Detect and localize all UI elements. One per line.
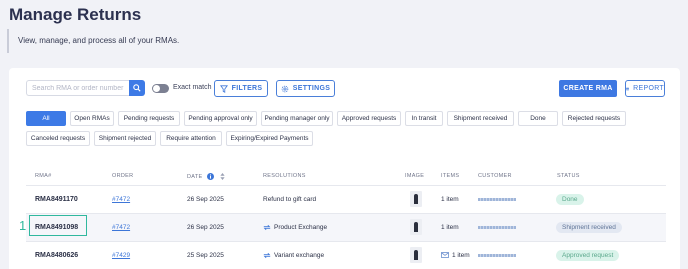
- exchange-icon: [263, 252, 271, 259]
- report-button[interactable]: REPORT: [625, 80, 665, 97]
- order-link[interactable]: #7472: [112, 224, 130, 231]
- exact-match-label: Exact match: [173, 84, 212, 91]
- highlight-box: [29, 215, 87, 236]
- resolution-text: Product Exchange: [274, 224, 328, 232]
- resolution: Product Exchange: [263, 224, 327, 231]
- exchange-icon: [263, 224, 271, 231]
- column-header-items: ITEMS: [441, 173, 460, 179]
- gear-icon: [281, 85, 289, 92]
- search-icon: [133, 84, 141, 92]
- return-date: 25 Sep 2025: [187, 252, 224, 259]
- product-image: [410, 219, 422, 235]
- rma-number[interactable]: RMA8491170: [35, 196, 78, 203]
- filter-chip-require-attention[interactable]: Require attention: [160, 131, 222, 146]
- item-count-text: 1 item: [452, 252, 470, 259]
- status-badge: Done: [556, 194, 584, 205]
- report-icon: [626, 87, 629, 90]
- mail-icon: [441, 252, 449, 259]
- filter-chip-canceled[interactable]: Canceled requests: [26, 131, 90, 146]
- filter-chip-pending-approval[interactable]: Pending approval only: [184, 111, 257, 126]
- product-image: [410, 191, 422, 207]
- column-header-resolutions[interactable]: RESOLUTIONS: [263, 173, 306, 179]
- customer-redacted: [478, 226, 516, 229]
- page-subtitle: View, manage, and process all of your RM…: [7, 29, 688, 53]
- search-input[interactable]: [26, 80, 130, 96]
- exact-match-toggle[interactable]: [152, 84, 169, 93]
- status-badge: Shipment received: [556, 222, 622, 233]
- table-row[interactable]: RMA8491170 #7472 26 Sep 2025 Refund to g…: [26, 186, 666, 214]
- page-title: Manage Returns: [9, 5, 142, 24]
- item-count: 1 item: [441, 196, 459, 203]
- filter-chip-shipment-rejected[interactable]: Shipment rejected: [94, 131, 156, 146]
- column-header-image: IMAGE: [405, 173, 425, 179]
- status-badge: Approved request: [556, 250, 620, 261]
- filter-chip-expiring-payments[interactable]: Expiring/Expired Payments: [226, 131, 313, 146]
- filter-chip-in-transit[interactable]: In transit: [405, 111, 443, 126]
- resolution-text: Refund to gift card: [263, 196, 317, 203]
- column-header-status[interactable]: STATUS: [557, 173, 580, 179]
- filter-chip-approved[interactable]: Approved requests: [337, 111, 401, 126]
- item-count: 1 item: [441, 224, 459, 231]
- filter-chip-done[interactable]: Done: [518, 111, 558, 126]
- order-link[interactable]: #7429: [112, 252, 130, 259]
- filters-button[interactable]: FILTERS: [214, 80, 268, 97]
- info-icon: [207, 173, 215, 180]
- table-header: RMA# ORDER DATE RESOLUTIONS IMAGE ITEMS …: [26, 167, 666, 186]
- item-count: 1 item: [441, 252, 470, 259]
- return-date: 26 Sep 2025: [187, 224, 224, 231]
- filter-chip-pending-requests[interactable]: Pending requests: [118, 111, 180, 126]
- return-date: 26 Sep 2025: [187, 196, 224, 203]
- rma-number[interactable]: RMA8480626: [35, 252, 78, 259]
- settings-label: SETTINGS: [292, 85, 331, 92]
- filter-chip-open[interactable]: Open RMAs: [70, 111, 114, 126]
- customer-redacted: [478, 198, 516, 201]
- column-header-order[interactable]: ORDER: [112, 173, 133, 179]
- filters-label: FILTERS: [231, 85, 263, 92]
- filter-chip-pending-manager[interactable]: Pending manager only: [261, 111, 333, 126]
- resolution-text: Variant exchange: [274, 252, 325, 260]
- search-button[interactable]: [129, 80, 145, 96]
- column-header-date[interactable]: DATE: [187, 173, 225, 180]
- report-label: REPORT: [633, 85, 664, 92]
- product-image: [410, 247, 422, 263]
- table-row[interactable]: RMA8480626 #7429 25 Sep 2025 Variant exc…: [26, 242, 666, 269]
- filter-chip-shipment-received[interactable]: Shipment received: [447, 111, 514, 126]
- column-header-customer[interactable]: CUSTOMER: [478, 173, 512, 179]
- column-header-rma[interactable]: RMA#: [35, 173, 51, 179]
- filter-chip-rejected[interactable]: Rejected requests: [562, 111, 626, 126]
- customer-redacted: [478, 254, 516, 257]
- settings-button[interactable]: SETTINGS: [276, 80, 335, 97]
- filter-icon: [219, 84, 228, 93]
- create-rma-button[interactable]: CREATE RMA: [559, 80, 617, 97]
- returns-card: Exact match FILTERS SETTINGS CREATE RMA …: [9, 68, 680, 269]
- order-link[interactable]: #7472: [112, 196, 130, 203]
- column-header-date-label: DATE: [187, 173, 203, 180]
- resolution: Variant exchange: [263, 252, 324, 259]
- sort-icon: [220, 173, 225, 180]
- annotation-marker: 1: [19, 218, 27, 233]
- filter-chip-all[interactable]: All: [26, 111, 66, 126]
- table-row[interactable]: RMA8491098 #7472 26 Sep 2025 Product Exc…: [26, 214, 666, 242]
